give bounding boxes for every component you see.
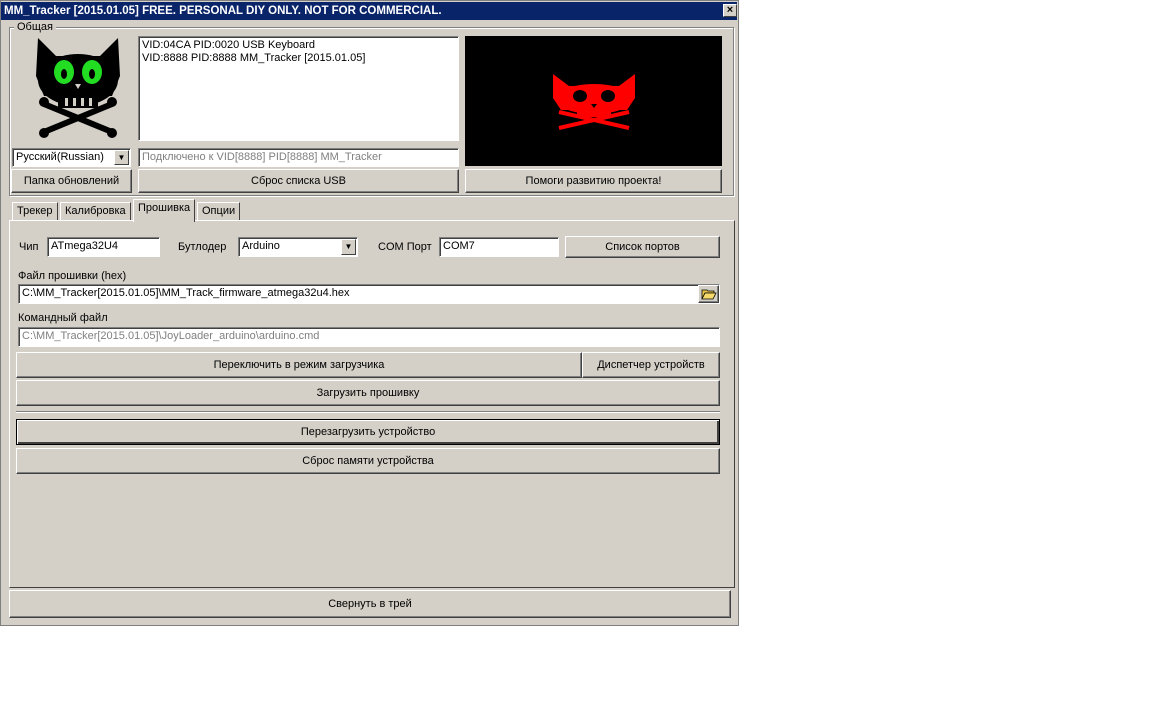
reset-usb-list-button[interactable]: Сброс списка USB xyxy=(138,169,459,193)
minimize-to-tray-button[interactable]: Свернуть в трей xyxy=(9,590,731,618)
hex-file-path-value: C:\MM_Tracker[2015.01.05]\MM_Track_firmw… xyxy=(22,287,350,299)
bootloader-label: Бутлодер xyxy=(178,241,227,253)
chevron-down-icon[interactable]: ▼ xyxy=(114,150,129,165)
general-group-label: Общая xyxy=(14,20,56,34)
device-manager-button[interactable]: Диспетчер устройств xyxy=(582,352,720,378)
preview-panel xyxy=(465,36,722,166)
support-project-button[interactable]: Помоги развитию проекта! xyxy=(465,169,722,193)
upload-firmware-button[interactable]: Загрузить прошивку xyxy=(16,380,720,406)
divider xyxy=(16,411,720,413)
reset-device-memory-button[interactable]: Сброс памяти устройства xyxy=(16,448,720,474)
tab-firmware[interactable]: Прошивка xyxy=(133,199,196,222)
folder-open-icon xyxy=(700,289,717,300)
cat-skull-crossbones-icon xyxy=(36,38,120,138)
language-select[interactable]: Русский(Russian) ▼ xyxy=(12,148,131,167)
close-button[interactable]: × xyxy=(723,4,737,17)
bootloader-select[interactable]: Arduino ▼ xyxy=(238,237,358,257)
cmd-file-label: Командный файл xyxy=(18,312,108,324)
red-cat-skull-icon xyxy=(553,74,635,130)
tab-tracker[interactable]: Трекер xyxy=(12,202,58,221)
bootloader-select-value: Arduino xyxy=(242,240,280,252)
tab-calibration[interactable]: Калибровка xyxy=(60,202,131,221)
usb-device-list[interactable]: VID:04CA PID:0020 USB Keyboard VID:8888 … xyxy=(138,36,459,141)
chip-field[interactable]: ATmega32U4 xyxy=(47,237,160,257)
com-port-field[interactable]: COM7 xyxy=(439,237,559,257)
chip-label: Чип xyxy=(19,241,39,253)
connection-status-field: Подключено к VID[8888] PID[8888] MM_Trac… xyxy=(138,148,459,167)
list-item[interactable]: VID:04CA PID:0020 USB Keyboard xyxy=(142,39,455,52)
port-list-button[interactable]: Список портов xyxy=(565,236,720,258)
window-title: MM_Tracker [2015.01.05] FREE. PERSONAL D… xyxy=(1,2,737,20)
browse-hex-button[interactable] xyxy=(698,285,719,303)
hex-file-path-field[interactable]: C:\MM_Tracker[2015.01.05]\MM_Track_firmw… xyxy=(18,284,720,304)
com-port-label: COM Порт xyxy=(378,241,432,253)
chevron-down-icon[interactable]: ▼ xyxy=(341,239,356,255)
bootloader-mode-button[interactable]: Переключить в режим загрузчика xyxy=(16,352,582,378)
tab-options[interactable]: Опции xyxy=(197,202,241,221)
hex-file-label: Файл прошивки (hex) xyxy=(18,270,127,282)
cmd-file-path-field: C:\MM_Tracker[2015.01.05]\JoyLoader_ardu… xyxy=(18,327,720,347)
updates-folder-button[interactable]: Папка обновлений xyxy=(11,169,132,193)
list-item[interactable]: VID:8888 PID:8888 MM_Tracker [2015.01.05… xyxy=(142,52,455,65)
reboot-device-button[interactable]: Перезагрузить устройство xyxy=(16,419,720,445)
language-select-value: Русский(Russian) xyxy=(16,151,104,163)
